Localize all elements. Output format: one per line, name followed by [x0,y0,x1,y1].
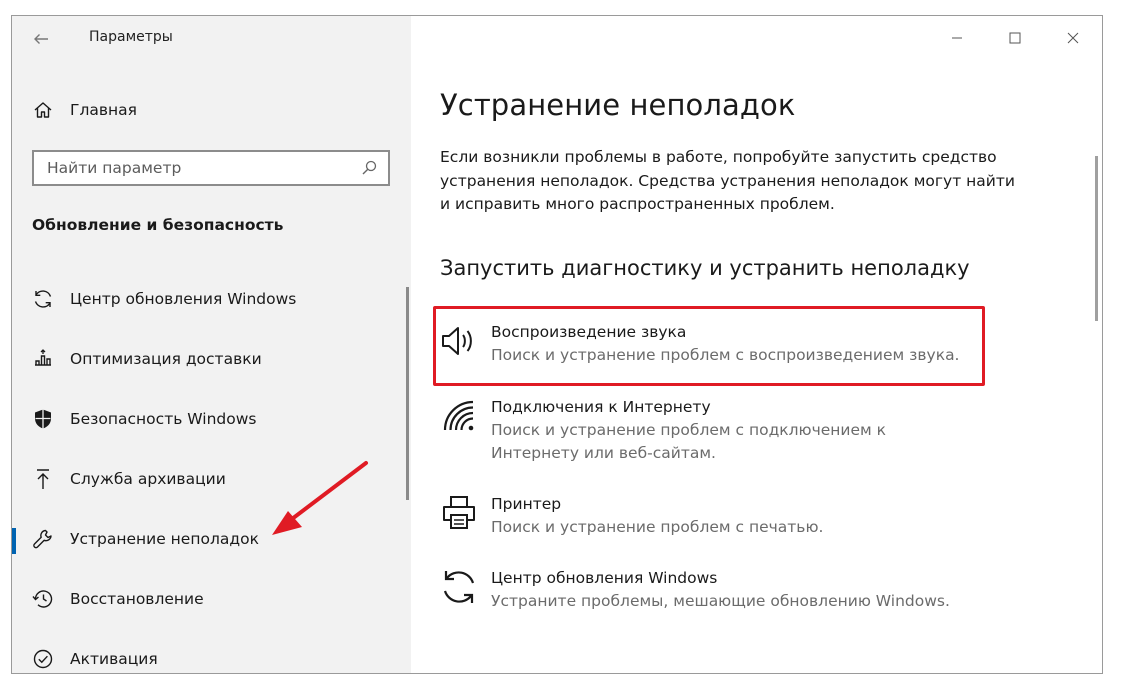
sidebar-item-label: Центр обновления Windows [70,290,297,308]
troubleshooter-sound[interactable]: Воспроизведение звука Поиск и устранение… [439,321,960,367]
sidebar-section-title: Обновление и безопасность [32,216,284,234]
troubleshooter-title: Принтер [491,495,562,513]
home-icon [30,99,56,121]
sync-icon [439,567,479,607]
intro-text: Если возникли проблемы в работе, попробу… [440,148,1015,213]
close-icon [1067,32,1079,44]
nav-home[interactable]: Главная [30,98,137,122]
sidebar-item-backup[interactable]: Служба архивации [12,449,411,509]
troubleshooter-title: Воспроизведение звука [491,323,687,341]
troubleshooter-desc: Поиск и устранение проблем с печатью. [491,518,824,536]
sidebar-item-windows-update[interactable]: Центр обновления Windows [12,269,411,329]
wifi-icon [439,396,479,436]
history-icon [30,587,56,611]
troubleshooter-text: Принтер Поиск и устранение проблем с печ… [491,493,823,539]
sync-icon [30,287,56,311]
check-circle-icon [30,647,56,671]
backup-arrow-icon [30,467,56,491]
search-box[interactable] [32,150,390,186]
troubleshooter-windows-update[interactable]: Центр обновления Windows Устраните пробл… [439,567,950,613]
sidebar: Параметры Главная Обновление и безопасно… [12,16,411,673]
back-arrow-icon [34,34,48,44]
troubleshooter-text: Центр обновления Windows Устраните пробл… [491,567,950,613]
sidebar-scrollbar[interactable] [406,287,409,500]
sidebar-item-troubleshoot[interactable]: Устранение неполадок [12,509,411,569]
search-input[interactable] [47,159,360,177]
settings-window: Параметры Главная Обновление и безопасно… [11,15,1103,674]
sidebar-item-label: Служба архивации [70,470,226,488]
close-button[interactable] [1044,16,1102,60]
shield-icon [30,407,56,431]
troubleshooter-printer[interactable]: Принтер Поиск и устранение проблем с печ… [439,493,823,539]
sidebar-item-recovery[interactable]: Восстановление [12,569,411,629]
sidebar-item-activation[interactable]: Активация [12,629,411,673]
printer-icon [439,493,479,533]
back-button[interactable] [29,27,53,51]
sidebar-item-label: Устранение неполадок [70,530,259,548]
troubleshooter-title: Подключения к Интернету [491,398,711,416]
sidebar-item-label: Восстановление [70,590,204,608]
maximize-icon [1009,32,1021,44]
page-title: Устранение неполадок [440,88,796,122]
maximize-button[interactable] [986,16,1044,60]
wrench-icon [30,527,56,551]
troubleshooter-desc: Устраните проблемы, мешающие обновлению … [491,592,950,610]
delivery-optimization-icon [30,347,56,371]
troubleshooter-title: Центр обновления Windows [491,569,718,587]
window-controls [928,16,1102,60]
sidebar-item-label: Активация [70,650,158,668]
nav-home-label: Главная [70,101,137,119]
app-title: Параметры [89,29,173,45]
troubleshooter-text: Воспроизведение звука Поиск и устранение… [491,321,960,367]
minimize-button[interactable] [928,16,986,60]
main-scrollbar[interactable] [1095,156,1098,321]
speaker-icon [439,321,479,361]
sidebar-item-label: Безопасность Windows [70,410,257,428]
sidebar-nav-list: Центр обновления Windows Оптимизация дос… [12,269,411,673]
troubleshooter-text: Подключения к Интернету Поиск и устранен… [491,396,976,465]
minimize-icon [952,37,962,39]
sidebar-item-delivery-optimization[interactable]: Оптимизация доставки [12,329,411,389]
search-icon[interactable] [360,159,378,177]
sidebar-item-windows-security[interactable]: Безопасность Windows [12,389,411,449]
section-title: Запустить диагностику и устранить непола… [440,256,970,280]
troubleshooter-desc: Поиск и устранение проблем с воспроизвед… [491,346,960,364]
troubleshooter-desc: Поиск и устранение проблем с подключение… [491,421,887,462]
troubleshooter-internet[interactable]: Подключения к Интернету Поиск и устранен… [439,396,976,465]
main-content: Устранение неполадок Если возникли пробл… [411,16,1102,673]
sidebar-item-label: Оптимизация доставки [70,350,262,368]
